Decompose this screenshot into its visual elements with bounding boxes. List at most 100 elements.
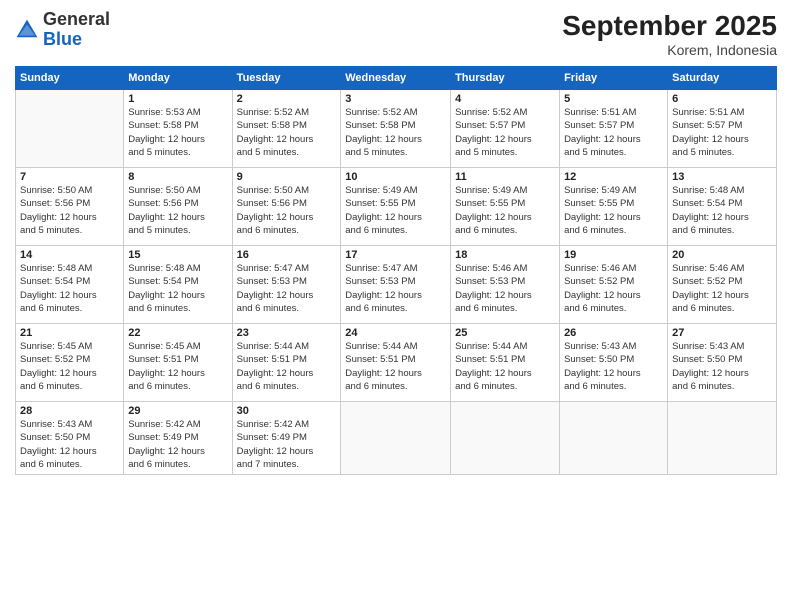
day-number: 2: [237, 93, 337, 105]
day-info: Sunrise: 5:44 AM Sunset: 5:51 PM Dayligh…: [455, 340, 555, 393]
day-number: 18: [455, 249, 555, 261]
calendar-cell: 17Sunrise: 5:47 AM Sunset: 5:53 PM Dayli…: [341, 246, 451, 324]
day-header-sunday: Sunday: [16, 67, 124, 90]
calendar-cell: 6Sunrise: 5:51 AM Sunset: 5:57 PM Daylig…: [668, 90, 777, 168]
day-number: 1: [128, 93, 227, 105]
day-info: Sunrise: 5:53 AM Sunset: 5:58 PM Dayligh…: [128, 106, 227, 159]
day-info: Sunrise: 5:51 AM Sunset: 5:57 PM Dayligh…: [564, 106, 663, 159]
calendar-cell: [668, 402, 777, 475]
day-info: Sunrise: 5:52 AM Sunset: 5:58 PM Dayligh…: [237, 106, 337, 159]
day-info: Sunrise: 5:50 AM Sunset: 5:56 PM Dayligh…: [128, 184, 227, 237]
day-number: 27: [672, 327, 772, 339]
location: Korem, Indonesia: [562, 42, 777, 58]
day-number: 12: [564, 171, 663, 183]
day-info: Sunrise: 5:49 AM Sunset: 5:55 PM Dayligh…: [564, 184, 663, 237]
calendar-cell: 13Sunrise: 5:48 AM Sunset: 5:54 PM Dayli…: [668, 168, 777, 246]
calendar-cell: 14Sunrise: 5:48 AM Sunset: 5:54 PM Dayli…: [16, 246, 124, 324]
day-number: 20: [672, 249, 772, 261]
calendar-cell: [451, 402, 560, 475]
calendar-cell: 24Sunrise: 5:44 AM Sunset: 5:51 PM Dayli…: [341, 324, 451, 402]
day-number: 17: [345, 249, 446, 261]
day-number: 4: [455, 93, 555, 105]
calendar-cell: 3Sunrise: 5:52 AM Sunset: 5:58 PM Daylig…: [341, 90, 451, 168]
day-number: 9: [237, 171, 337, 183]
day-number: 7: [20, 171, 119, 183]
month-year: September 2025: [562, 10, 777, 42]
day-header-monday: Monday: [124, 67, 232, 90]
calendar-cell: 12Sunrise: 5:49 AM Sunset: 5:55 PM Dayli…: [560, 168, 668, 246]
calendar-cell: 5Sunrise: 5:51 AM Sunset: 5:57 PM Daylig…: [560, 90, 668, 168]
calendar-cell: 28Sunrise: 5:43 AM Sunset: 5:50 PM Dayli…: [16, 402, 124, 475]
day-info: Sunrise: 5:49 AM Sunset: 5:55 PM Dayligh…: [455, 184, 555, 237]
day-number: 13: [672, 171, 772, 183]
calendar-cell: 30Sunrise: 5:42 AM Sunset: 5:49 PM Dayli…: [232, 402, 341, 475]
day-info: Sunrise: 5:50 AM Sunset: 5:56 PM Dayligh…: [20, 184, 119, 237]
page-header: General Blue September 2025 Korem, Indon…: [15, 10, 777, 58]
day-info: Sunrise: 5:43 AM Sunset: 5:50 PM Dayligh…: [672, 340, 772, 393]
calendar-cell: 19Sunrise: 5:46 AM Sunset: 5:52 PM Dayli…: [560, 246, 668, 324]
logo: General Blue: [15, 10, 110, 50]
day-number: 8: [128, 171, 227, 183]
day-info: Sunrise: 5:43 AM Sunset: 5:50 PM Dayligh…: [564, 340, 663, 393]
calendar-cell: 2Sunrise: 5:52 AM Sunset: 5:58 PM Daylig…: [232, 90, 341, 168]
calendar-cell: 9Sunrise: 5:50 AM Sunset: 5:56 PM Daylig…: [232, 168, 341, 246]
day-info: Sunrise: 5:48 AM Sunset: 5:54 PM Dayligh…: [672, 184, 772, 237]
logo-icon: [15, 18, 39, 42]
day-info: Sunrise: 5:47 AM Sunset: 5:53 PM Dayligh…: [345, 262, 446, 315]
calendar-cell: 8Sunrise: 5:50 AM Sunset: 5:56 PM Daylig…: [124, 168, 232, 246]
day-info: Sunrise: 5:47 AM Sunset: 5:53 PM Dayligh…: [237, 262, 337, 315]
calendar-cell: 4Sunrise: 5:52 AM Sunset: 5:57 PM Daylig…: [451, 90, 560, 168]
day-number: 26: [564, 327, 663, 339]
day-number: 21: [20, 327, 119, 339]
day-number: 10: [345, 171, 446, 183]
day-header-tuesday: Tuesday: [232, 67, 341, 90]
day-info: Sunrise: 5:46 AM Sunset: 5:52 PM Dayligh…: [672, 262, 772, 315]
day-info: Sunrise: 5:44 AM Sunset: 5:51 PM Dayligh…: [345, 340, 446, 393]
calendar-cell: 23Sunrise: 5:44 AM Sunset: 5:51 PM Dayli…: [232, 324, 341, 402]
day-header-friday: Friday: [560, 67, 668, 90]
calendar-cell: [16, 90, 124, 168]
day-info: Sunrise: 5:48 AM Sunset: 5:54 PM Dayligh…: [20, 262, 119, 315]
day-info: Sunrise: 5:49 AM Sunset: 5:55 PM Dayligh…: [345, 184, 446, 237]
day-info: Sunrise: 5:46 AM Sunset: 5:53 PM Dayligh…: [455, 262, 555, 315]
day-number: 30: [237, 405, 337, 417]
day-number: 24: [345, 327, 446, 339]
logo-text: General Blue: [43, 10, 110, 50]
day-info: Sunrise: 5:48 AM Sunset: 5:54 PM Dayligh…: [128, 262, 227, 315]
calendar: SundayMondayTuesdayWednesdayThursdayFrid…: [15, 66, 777, 475]
calendar-cell: 7Sunrise: 5:50 AM Sunset: 5:56 PM Daylig…: [16, 168, 124, 246]
calendar-cell: 11Sunrise: 5:49 AM Sunset: 5:55 PM Dayli…: [451, 168, 560, 246]
day-number: 28: [20, 405, 119, 417]
day-number: 29: [128, 405, 227, 417]
day-number: 23: [237, 327, 337, 339]
day-number: 11: [455, 171, 555, 183]
day-number: 19: [564, 249, 663, 261]
day-info: Sunrise: 5:42 AM Sunset: 5:49 PM Dayligh…: [237, 418, 337, 471]
day-number: 3: [345, 93, 446, 105]
calendar-cell: 1Sunrise: 5:53 AM Sunset: 5:58 PM Daylig…: [124, 90, 232, 168]
day-number: 16: [237, 249, 337, 261]
day-header-wednesday: Wednesday: [341, 67, 451, 90]
day-info: Sunrise: 5:52 AM Sunset: 5:57 PM Dayligh…: [455, 106, 555, 159]
day-number: 25: [455, 327, 555, 339]
calendar-cell: 25Sunrise: 5:44 AM Sunset: 5:51 PM Dayli…: [451, 324, 560, 402]
calendar-cell: 29Sunrise: 5:42 AM Sunset: 5:49 PM Dayli…: [124, 402, 232, 475]
day-info: Sunrise: 5:46 AM Sunset: 5:52 PM Dayligh…: [564, 262, 663, 315]
day-number: 15: [128, 249, 227, 261]
calendar-cell: 26Sunrise: 5:43 AM Sunset: 5:50 PM Dayli…: [560, 324, 668, 402]
calendar-cell: 10Sunrise: 5:49 AM Sunset: 5:55 PM Dayli…: [341, 168, 451, 246]
calendar-cell: 16Sunrise: 5:47 AM Sunset: 5:53 PM Dayli…: [232, 246, 341, 324]
day-number: 6: [672, 93, 772, 105]
calendar-header-row: SundayMondayTuesdayWednesdayThursdayFrid…: [16, 67, 777, 90]
calendar-cell: 27Sunrise: 5:43 AM Sunset: 5:50 PM Dayli…: [668, 324, 777, 402]
day-info: Sunrise: 5:45 AM Sunset: 5:51 PM Dayligh…: [128, 340, 227, 393]
calendar-cell: 22Sunrise: 5:45 AM Sunset: 5:51 PM Dayli…: [124, 324, 232, 402]
title-area: September 2025 Korem, Indonesia: [562, 10, 777, 58]
day-info: Sunrise: 5:42 AM Sunset: 5:49 PM Dayligh…: [128, 418, 227, 471]
calendar-cell: 20Sunrise: 5:46 AM Sunset: 5:52 PM Dayli…: [668, 246, 777, 324]
day-info: Sunrise: 5:43 AM Sunset: 5:50 PM Dayligh…: [20, 418, 119, 471]
calendar-cell: 15Sunrise: 5:48 AM Sunset: 5:54 PM Dayli…: [124, 246, 232, 324]
calendar-cell: 21Sunrise: 5:45 AM Sunset: 5:52 PM Dayli…: [16, 324, 124, 402]
day-info: Sunrise: 5:52 AM Sunset: 5:58 PM Dayligh…: [345, 106, 446, 159]
day-header-thursday: Thursday: [451, 67, 560, 90]
